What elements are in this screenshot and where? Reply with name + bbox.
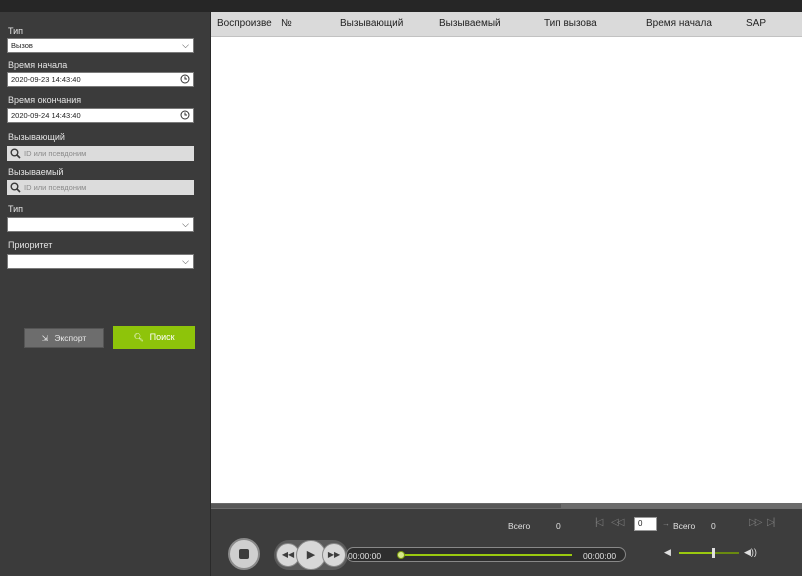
chevron-down-icon: ⌵ (182, 219, 189, 229)
search-icon (10, 148, 21, 159)
column-header-callee[interactable]: Вызываемый (439, 18, 501, 29)
type-select[interactable]: Вызов ⌵ (7, 38, 194, 53)
prev-page-icon[interactable]: ◁◁ (611, 517, 624, 528)
play-icon: ▶ (306, 549, 316, 561)
current-time: 00:00:00 (348, 551, 382, 561)
export-button[interactable]: ⇲ Экспорт (24, 328, 104, 348)
total-records-label: Всего (508, 521, 531, 531)
volume-slider[interactable] (679, 548, 739, 558)
search-icon (10, 182, 21, 193)
total-pages-label: Всего (673, 521, 696, 531)
priority-label: Приоритет (8, 240, 53, 250)
stop-button[interactable] (228, 538, 260, 570)
next-page-icon[interactable]: ▷▷ (749, 517, 762, 528)
last-page-icon[interactable]: ▷| (767, 517, 775, 528)
search-button-label: Поиск (149, 332, 175, 342)
filter-sidebar: Тип Вызов ⌵ Время начала 2020-09-23 14:4… (0, 12, 210, 576)
column-header-caller[interactable]: Вызывающий (340, 18, 403, 29)
stop-icon (239, 549, 249, 559)
rewind-icon: ◀◀ (281, 550, 295, 559)
column-header-sap[interactable]: SAP (746, 18, 766, 29)
callee-label: Вызываемый (8, 167, 64, 177)
search-button[interactable]: 🔍︎ Поиск (113, 326, 195, 349)
page-number-input[interactable]: 0 (634, 517, 657, 531)
priority-select[interactable]: ⌵ (7, 254, 194, 269)
records-table: Воспроизве № Вызывающий Вызываемый Тип в… (211, 12, 802, 503)
volume-high-icon[interactable]: ◀)) (744, 547, 757, 558)
export-button-label: Экспорт (54, 333, 87, 343)
top-strip (0, 0, 802, 12)
column-header-call-type[interactable]: Тип вызова (544, 18, 597, 29)
caller-label: Вызывающий (8, 132, 65, 142)
progress-knob[interactable] (397, 551, 405, 559)
volume-knob[interactable] (712, 548, 715, 558)
fast-forward-icon: ▶▶ (327, 550, 341, 559)
search-icon: 🔍︎ (133, 333, 144, 342)
playback-panel: Всего 0 |◁ ◁◁ 0 → Всего 0 ▷▷ ▷| ◀◀ ▶ ▶▶ … (211, 509, 802, 576)
end-time-field[interactable]: 2020-09-24 14:43:40 (7, 108, 194, 123)
end-time-label: Время окончания (8, 95, 82, 105)
column-header-start-time[interactable]: Время начала (646, 18, 712, 29)
first-page-icon[interactable]: |◁ (595, 517, 603, 528)
fast-forward-button[interactable]: ▶▶ (322, 543, 346, 567)
callee-search-input[interactable]: ID или псевдоним (7, 180, 194, 195)
chevron-down-icon: ⌵ (182, 256, 189, 266)
total-records-value: 0 (556, 521, 561, 531)
chevron-down-icon: ⌵ (182, 40, 189, 50)
call-type-select[interactable]: ⌵ (7, 217, 194, 232)
caller-search-input[interactable]: ID или псевдоним (7, 146, 194, 161)
scrollbar-thumb[interactable] (211, 504, 561, 508)
clock-icon[interactable] (180, 74, 190, 84)
start-time-label: Время начала (8, 60, 68, 70)
playback-controls: ◀◀ ▶ ▶▶ (274, 540, 348, 570)
progress-track (402, 554, 572, 556)
callee-placeholder: ID или псевдоним (24, 183, 87, 192)
start-time-value: 2020-09-23 14:43:40 (11, 75, 81, 84)
volume-fill (679, 552, 714, 554)
start-time-field[interactable]: 2020-09-23 14:43:40 (7, 72, 194, 87)
total-pages-value: 0 (711, 521, 716, 531)
call-type-label: Тип (8, 204, 24, 214)
go-arrow-icon[interactable]: → (662, 519, 670, 528)
end-time-value: 2020-09-24 14:43:40 (11, 111, 81, 120)
type-label: Тип (8, 26, 24, 36)
table-header: Воспроизве № Вызывающий Вызываемый Тип в… (211, 12, 802, 37)
caller-placeholder: ID или псевдоним (24, 149, 87, 158)
column-header-playback[interactable]: Воспроизве (217, 18, 281, 29)
clock-icon[interactable] (180, 110, 190, 120)
type-select-value: Вызов (11, 41, 33, 50)
export-icon: ⇲ (41, 334, 49, 343)
column-header-number[interactable]: № (281, 18, 292, 29)
volume-low-icon[interactable]: ◀ (664, 547, 671, 558)
total-time: 00:00:00 (583, 551, 617, 561)
